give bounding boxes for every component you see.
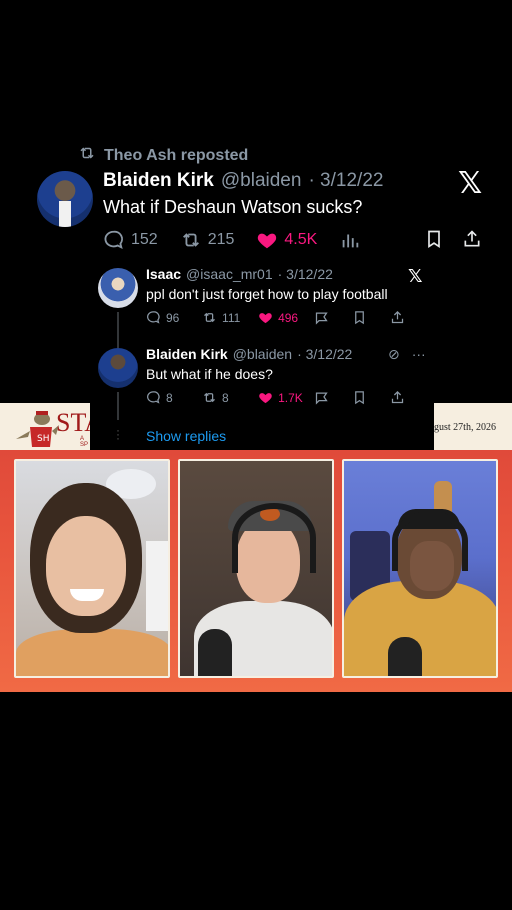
banner-left: SH STA A SP	[0, 403, 90, 453]
more-options-icon[interactable]: ···	[412, 346, 426, 363]
bookmark-button[interactable]	[352, 310, 390, 325]
share-icon	[464, 230, 480, 247]
like-count: 496	[278, 310, 299, 325]
author-name[interactable]: Blaiden Kirk	[103, 170, 214, 192]
thread-line	[117, 312, 119, 348]
share-button[interactable]	[462, 228, 482, 255]
reply-date[interactable]: · 3/12/22	[297, 346, 352, 362]
video-panel-left	[14, 459, 170, 678]
reply-icon	[147, 391, 160, 404]
grok-icon	[315, 392, 328, 405]
reply-date[interactable]: · 3/12/22	[278, 266, 333, 282]
reply-count: 96	[166, 310, 180, 325]
reply-button[interactable]: 8	[146, 390, 202, 405]
bookmark-button[interactable]	[352, 390, 390, 405]
reply-actions: 96 111 496	[146, 310, 428, 325]
reply-count: 152	[131, 231, 158, 248]
video-panel-center	[178, 459, 334, 678]
like-count: 1.7K	[278, 390, 303, 405]
repost-icon	[204, 312, 215, 323]
bookmark-icon	[355, 391, 364, 405]
share-button[interactable]	[390, 310, 428, 325]
like-icon	[259, 313, 272, 324]
grok-icon	[315, 312, 328, 325]
like-button[interactable]: 496	[258, 310, 314, 325]
views-icon	[342, 234, 359, 248]
repost-button[interactable]: 8	[202, 390, 258, 405]
reply-options: ⊘ ···	[388, 346, 426, 363]
views-button[interactable]	[339, 229, 361, 251]
repost-icon	[182, 233, 199, 247]
reply-author-name[interactable]: Blaiden Kirk	[146, 346, 228, 362]
bookmark-icon	[355, 311, 364, 325]
x-logo-icon: 𝕏	[458, 167, 483, 200]
reply-text: ppl don't just forget how to play footba…	[146, 286, 388, 302]
repost-icon	[204, 392, 215, 403]
reply-button[interactable]: 152	[103, 229, 158, 251]
show-replies-link[interactable]: Show replies	[146, 428, 226, 444]
repost-count: 111	[222, 310, 241, 325]
banner-left-title: STA	[56, 408, 90, 437]
tweet-date[interactable]: · 3/12/22	[308, 170, 383, 192]
repost-button[interactable]: 111	[202, 310, 258, 325]
x-logo-icon: 𝕏	[408, 266, 423, 286]
like-count: 4.5K	[284, 231, 318, 248]
reply-avatar[interactable]	[98, 348, 138, 388]
reply-thread: Isaac @isaac_mr01 · 3/12/22 𝕏 ppl don't …	[90, 258, 434, 450]
repost-label: Theo Ash reposted	[104, 146, 249, 164]
thread-line	[117, 392, 119, 420]
like-icon	[258, 233, 277, 249]
grok-button[interactable]	[314, 390, 352, 405]
share-icon	[391, 390, 404, 404]
like-icon	[259, 393, 272, 404]
mascot-logo: SH	[16, 411, 59, 447]
repost-icon	[78, 144, 96, 167]
share-button[interactable]	[390, 390, 428, 405]
bookmark-button[interactable]	[424, 228, 444, 255]
like-button[interactable]: 1.7K	[258, 390, 314, 405]
grok-button[interactable]	[314, 310, 352, 325]
thread-dots-icon: · · ·	[116, 423, 120, 445]
banner-right: gust 27th, 2026	[434, 403, 512, 453]
author-avatar[interactable]	[37, 171, 93, 227]
video-panel-right	[342, 459, 498, 678]
reply-author-handle[interactable]: @blaiden	[233, 346, 292, 362]
like-button[interactable]: 4.5K	[256, 229, 317, 251]
repost-count: 8	[222, 390, 229, 405]
reply-author-row: Blaiden Kirk @blaiden · 3/12/22	[146, 346, 352, 362]
repost-count: 215	[207, 231, 235, 248]
share-icon	[391, 310, 404, 324]
reply-actions: 8 8 1.7K	[146, 390, 428, 405]
reply-author-name[interactable]: Isaac	[146, 266, 181, 282]
reply-text: But what if he does?	[146, 366, 273, 382]
repost-button[interactable]: 215	[180, 229, 235, 251]
reply-button[interactable]: 96	[146, 310, 202, 325]
author-handle[interactable]: @blaiden	[221, 170, 302, 192]
bookmark-icon	[428, 230, 440, 249]
reply-author-handle[interactable]: @isaac_mr01	[186, 266, 273, 282]
reply-icon	[147, 311, 160, 324]
tweet-text: What if Deshaun Watson sucks?	[103, 197, 363, 217]
banner-date: gust 27th, 2026	[434, 422, 496, 433]
reply-count: 8	[166, 390, 173, 405]
reply-author-row: Isaac @isaac_mr01 · 3/12/22	[146, 266, 333, 282]
grok-icon[interactable]: ⊘	[388, 346, 400, 363]
reply-icon	[104, 230, 123, 250]
author-row: Blaiden Kirk @blaiden · 3/12/22	[103, 170, 383, 192]
repost-indicator: Theo Ash reposted	[78, 144, 248, 167]
reply-avatar[interactable]	[98, 268, 138, 308]
svg-text:SH: SH	[37, 434, 49, 444]
banner-left-subtitle: A SP	[80, 436, 89, 448]
